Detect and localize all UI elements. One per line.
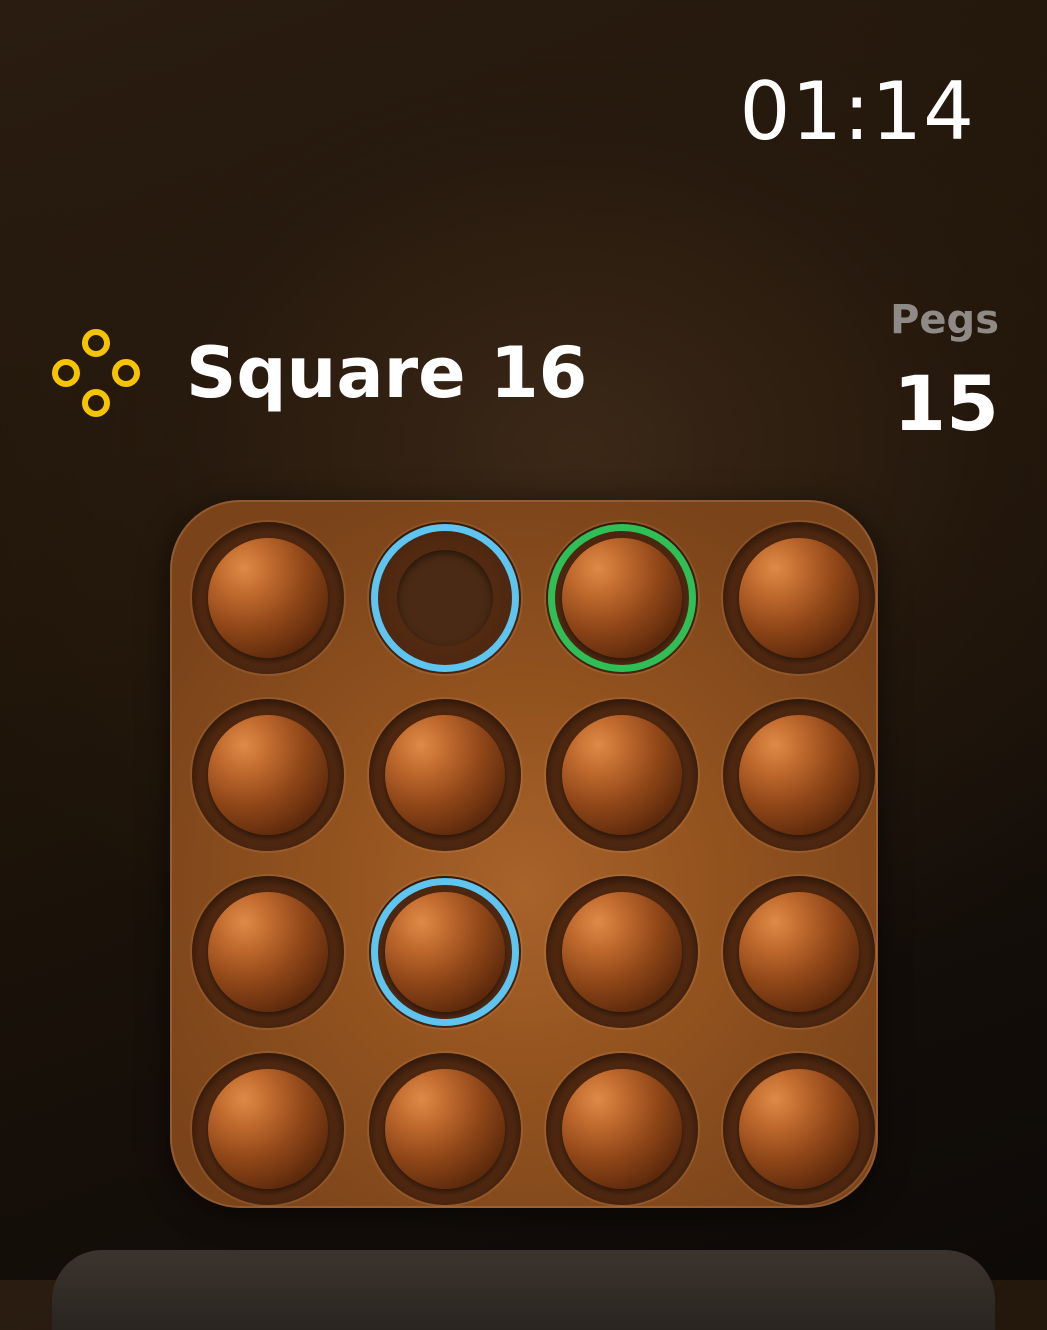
peg[interactable] — [561, 714, 682, 835]
four-rings-icon — [48, 325, 144, 421]
board-cell-r2c3[interactable] — [533, 686, 710, 863]
board-cell-r2c4[interactable] — [710, 686, 887, 863]
game-title-row: Square 16 — [48, 325, 587, 421]
peg[interactable] — [207, 891, 328, 1012]
peg-hole — [545, 875, 698, 1028]
peg[interactable] — [207, 537, 328, 658]
board-cell-r4c1[interactable] — [179, 1040, 356, 1217]
peg[interactable] — [738, 537, 859, 658]
board-cell-r3c1[interactable] — [179, 863, 356, 1040]
peg[interactable] — [738, 714, 859, 835]
peg-hole — [722, 1052, 875, 1205]
board-cell-r4c4[interactable] — [710, 1040, 887, 1217]
peg-hole — [368, 698, 521, 851]
clock: 01:14 — [739, 65, 975, 158]
board-cell-r3c2[interactable] — [356, 863, 533, 1040]
board-grid — [179, 509, 887, 1217]
peg-hole — [545, 1052, 698, 1205]
peg[interactable] — [561, 1068, 682, 1189]
peg[interactable] — [738, 1068, 859, 1189]
board-cell-r1c1[interactable] — [179, 509, 356, 686]
pegs-count: 15 — [893, 359, 999, 448]
peg[interactable] — [561, 891, 682, 1012]
peg-hole — [191, 521, 344, 674]
peg-hole — [368, 521, 521, 674]
peg[interactable] — [384, 714, 505, 835]
peg[interactable] — [207, 1068, 328, 1189]
peg[interactable] — [207, 714, 328, 835]
peg[interactable] — [384, 1068, 505, 1189]
board-cell-r1c3[interactable] — [533, 509, 710, 686]
peg-board — [170, 500, 878, 1208]
board-cell-r3c3[interactable] — [533, 863, 710, 1040]
peg[interactable] — [738, 891, 859, 1012]
board-cell-r4c3[interactable] — [533, 1040, 710, 1217]
pegs-label: Pegs — [890, 297, 999, 343]
peg[interactable] — [384, 891, 505, 1012]
peg-hole — [722, 521, 875, 674]
bottom-panel[interactable] — [52, 1250, 995, 1330]
board-cell-r4c2[interactable] — [356, 1040, 533, 1217]
pegs-counter: Pegs 15 — [890, 300, 999, 442]
peg-hole — [191, 1052, 344, 1205]
peg-hole — [368, 875, 521, 1028]
board-cell-r2c1[interactable] — [179, 686, 356, 863]
peg-hole — [545, 521, 698, 674]
board-cell-r1c4[interactable] — [710, 509, 887, 686]
board-cell-r1c2[interactable] — [356, 509, 533, 686]
game-title: Square 16 — [186, 332, 588, 414]
peg-hole — [191, 875, 344, 1028]
peg-hole — [722, 698, 875, 851]
peg[interactable] — [561, 537, 682, 658]
peg-hole — [722, 875, 875, 1028]
empty-hole — [396, 549, 493, 646]
board-cell-r3c4[interactable] — [710, 863, 887, 1040]
board-cell-r2c2[interactable] — [356, 686, 533, 863]
peg-hole — [545, 698, 698, 851]
peg-hole — [191, 698, 344, 851]
peg-hole — [368, 1052, 521, 1205]
